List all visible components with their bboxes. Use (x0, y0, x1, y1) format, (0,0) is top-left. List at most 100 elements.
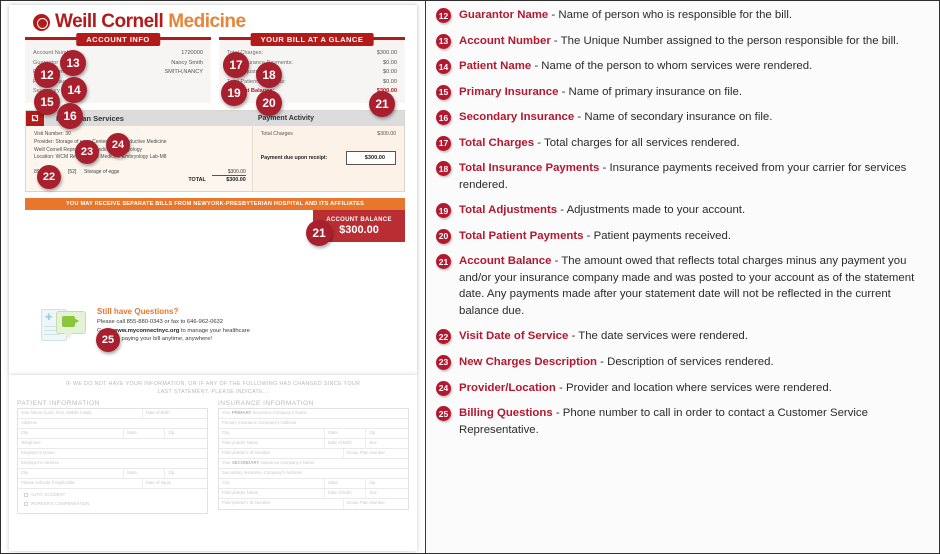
form-field[interactable]: Policyholder's ID Number (219, 448, 344, 458)
form-checkbox[interactable]: WORKER'S COMPENSATION (21, 499, 205, 508)
form-field[interactable]: Your PRIMARY Insurance Company's Name (219, 409, 408, 418)
form-field[interactable]: State (124, 468, 166, 478)
legend-number-badge[interactable]: 13 (436, 33, 451, 49)
legend-number-badge[interactable]: 14 (436, 59, 451, 75)
legend-number-badge[interactable]: 18 (436, 161, 451, 177)
payment-due-amount: $300.00 (345, 151, 396, 166)
callout-badge-18[interactable]: 18 (256, 62, 282, 88)
update-information-form: IF WE DO NOT HAVE YOUR INFORMATION, OR I… (9, 375, 417, 551)
form-field[interactable]: Your Name (Last, First, Middle Initial) (18, 408, 143, 418)
callout-badge-25[interactable]: 25 (96, 328, 120, 352)
form-row: Primary Insurance Company's Address (219, 419, 408, 429)
form-row: Policyholder's ID Number Group Plan Numbe… (219, 448, 408, 459)
callout-badge-16[interactable]: 16 (57, 103, 83, 129)
legend-description: - The date services were rendered. (568, 330, 748, 343)
form-field[interactable]: Policyholder Name (219, 438, 325, 448)
form-field[interactable]: State (124, 428, 166, 438)
form-field[interactable]: Secondary Insurance Company's Address (219, 469, 408, 478)
legend-number-badge[interactable]: 24 (436, 380, 451, 396)
form-field[interactable]: Primary Insurance Company's Address (219, 419, 408, 428)
legend-text: Provider/Location - Provider and locatio… (459, 380, 832, 397)
form-field[interactable]: State (325, 428, 367, 438)
legend-number-badge[interactable]: 25 (436, 406, 451, 422)
callout-badge-17[interactable]: 17 (223, 52, 249, 78)
charge-total-row: TOTAL $300.00 (34, 177, 246, 184)
form-field[interactable]: Zip (366, 479, 408, 488)
form-field[interactable]: Policyholder's ID Number (219, 498, 344, 509)
form-field[interactable]: City (18, 428, 124, 438)
form-field[interactable]: Your SECONDARY Insurance Company's Name (219, 459, 408, 468)
form-field[interactable]: Address (18, 419, 207, 428)
bill-glance-band: YOUR BILL AT A GLANCE (219, 33, 405, 46)
callout-badge-21[interactable]: 21 (369, 91, 395, 117)
form-row: Please Indicate if Applicable: Date of In… (18, 478, 207, 489)
chat-document-icon: ✚ (35, 305, 91, 347)
form-field[interactable]: Telephone (18, 439, 207, 448)
form-field[interactable]: Group Plan Number (344, 499, 408, 509)
form-field[interactable]: City (219, 478, 325, 488)
legend-number-badge[interactable]: 19 (436, 203, 451, 219)
form-checkbox[interactable]: AUTO ACCIDENT (21, 490, 205, 499)
form-note: IF WE DO NOT HAVE YOUR INFORMATION, OR I… (17, 381, 409, 397)
legend-number-badge[interactable]: 20 (436, 228, 451, 244)
legend-number-badge[interactable]: 15 (436, 84, 451, 100)
myconnect-url[interactable]: www.myconnectnyc.org (113, 328, 179, 334)
account-balance-amount: $300.00 (339, 223, 379, 236)
form-field[interactable]: Date of Birth (325, 438, 367, 448)
callout-badge-21[interactable]: 21 (306, 220, 332, 246)
callout-badge-19[interactable]: 19 (221, 80, 247, 106)
statement-kv-row: Total Patient Payments: $0.00 (227, 78, 397, 88)
patient-information-table: Your Name (Last, First, Middle Initial) D… (17, 407, 208, 514)
charge-total-amount: $300.00 (226, 177, 246, 184)
legend-number-badge[interactable]: 22 (436, 329, 451, 345)
legend-number-badge[interactable]: 23 (436, 354, 451, 370)
form-field[interactable]: Sex (366, 489, 408, 498)
legend-number-badge[interactable]: 21 (436, 254, 451, 270)
callout-badge-20[interactable]: 20 (256, 90, 282, 116)
callout-badge-15[interactable]: 15 (34, 89, 60, 115)
legend-number-badge[interactable]: 17 (436, 135, 451, 151)
visit-meta-line: Provider: Storage of eggs Center for Rep… (34, 138, 167, 145)
callout-badge-22[interactable]: 22 (37, 165, 61, 189)
legend-text: New Charges Description - Description of… (459, 354, 774, 371)
form-field[interactable]: Sex (366, 439, 408, 448)
legend-text: Total Adjustments - Adjustments made to … (459, 202, 745, 219)
legend-term: Account Balance (459, 255, 552, 268)
checkbox-icon[interactable] (24, 493, 28, 497)
form-field[interactable]: Zip (165, 469, 207, 478)
legend-description: - Description of services rendered. (597, 355, 774, 368)
form-field[interactable]: Employer's Address (18, 459, 207, 468)
callout-badge-14[interactable]: 14 (61, 77, 87, 103)
legend-description: - Patient payments received. (583, 229, 732, 242)
form-field[interactable]: Group Plan Number (344, 449, 408, 458)
form-field[interactable]: Please Indicate if Applicable: (18, 478, 143, 488)
callout-badge-23[interactable]: 23 (75, 140, 99, 164)
form-field[interactable]: Zip (165, 429, 207, 438)
callout-badge-24[interactable]: 24 (106, 133, 130, 157)
form-field[interactable]: Date of Birth (325, 488, 367, 498)
form-note-line1: IF WE DO NOT HAVE YOUR INFORMATION, OR I… (65, 381, 361, 387)
legend-text: Account Number - The Unique Number assig… (459, 33, 899, 50)
callout-badge-12[interactable]: 12 (34, 62, 60, 88)
legend-item-17: 17 Total Charges - Total charges for all … (436, 135, 927, 152)
legend-item-14: 14 Patient Name - Name of the person to w… (436, 58, 927, 75)
legend-term: Visit Date of Service (459, 330, 569, 343)
form-field[interactable]: Date of Injury (143, 479, 207, 488)
form-field[interactable]: Employer's Name (18, 449, 207, 458)
form-field[interactable]: Policyholder Name (219, 488, 325, 498)
form-note-line2: LAST STATEMENT, PLEASE INDICATE... (157, 388, 269, 395)
checkbox-icon[interactable] (24, 502, 28, 506)
callout-badge-13[interactable]: 13 (60, 50, 86, 76)
charge-total-label: TOTAL (188, 177, 206, 184)
form-field[interactable]: Date of Birth (143, 409, 207, 418)
form-field[interactable]: City (219, 428, 325, 438)
form-field[interactable]: Zip (366, 429, 408, 438)
legend-item-21: 21 Account Balance - The amount owed that… (436, 253, 927, 319)
form-field[interactable]: State (325, 478, 367, 488)
form-row: Your Name (Last, First, Middle Initial) D… (18, 408, 207, 419)
legend-number-badge[interactable]: 16 (436, 110, 451, 126)
account-balance-title: ACCOUNT BALANCE (326, 216, 392, 223)
legend-item-15: 15 Primary Insurance - Name of primary in… (436, 84, 927, 101)
form-field[interactable]: City (18, 468, 124, 478)
legend-number-badge[interactable]: 12 (436, 8, 451, 23)
